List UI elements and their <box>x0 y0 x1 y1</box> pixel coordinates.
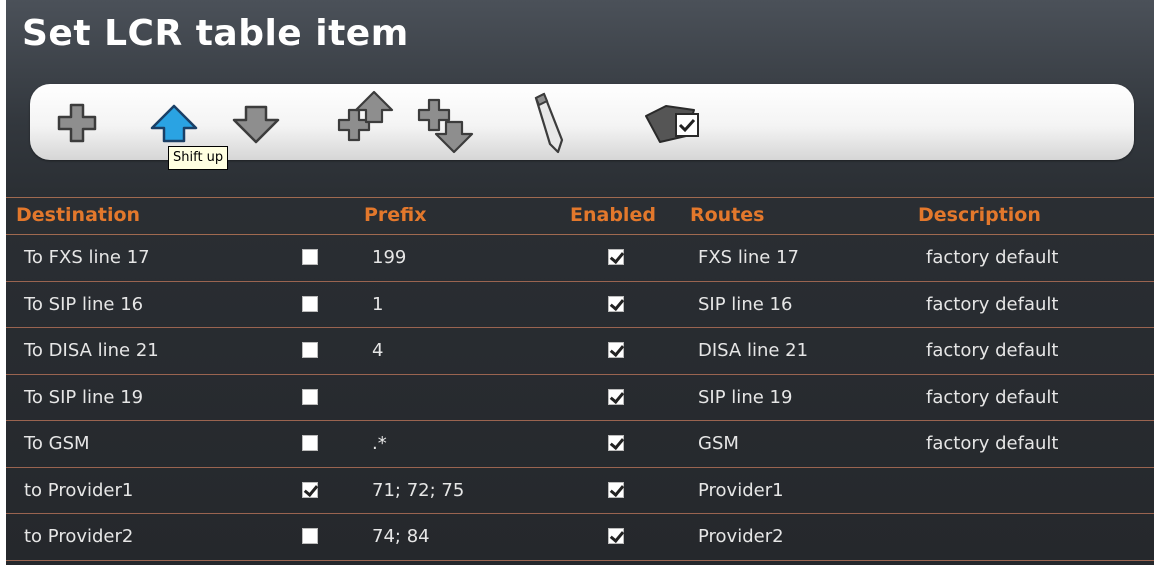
table-header: Destination Prefix Enabled Routes Descri… <box>6 197 1154 235</box>
shift-down-icon <box>232 105 280 144</box>
prefix-cell: 74; 84 <box>372 526 430 547</box>
lcr-panel: Set LCR table item Shift up Destination … <box>6 0 1154 565</box>
add-button[interactable] <box>56 102 98 144</box>
routes-cell: Provider1 <box>698 479 784 501</box>
destination-cell: To FXS line 17 <box>24 247 150 268</box>
add-icon <box>57 103 97 143</box>
row-select-checkbox[interactable] <box>302 295 318 312</box>
move-bottom-icon <box>417 98 474 154</box>
destination-cell: To DISA line 21 <box>24 340 159 361</box>
row-select-checkbox[interactable] <box>302 528 318 544</box>
table-row[interactable]: To DISA line 21 4 DISA line 21 factory defa… <box>6 328 1154 375</box>
enabled-checkbox[interactable] <box>608 435 624 451</box>
move-top-button[interactable] <box>336 90 396 146</box>
routes-cell: Provider2 <box>698 526 784 547</box>
edit-button[interactable] <box>528 90 568 154</box>
header-destination: Destination <box>16 204 141 226</box>
tooltip-shift-up: Shift up <box>168 146 229 170</box>
table-row[interactable]: To GSM .* GSM factory default <box>6 421 1154 468</box>
row-select-checkbox[interactable] <box>302 435 318 451</box>
prefix-cell: 71; 72; 75 <box>372 479 465 501</box>
routes-cell: GSM <box>698 433 739 454</box>
routes-cell: SIP line 19 <box>698 386 793 408</box>
enabled-checkbox[interactable] <box>608 481 624 498</box>
destination-cell: To SIP line 16 <box>24 293 144 315</box>
move-bottom-button[interactable] <box>416 96 476 154</box>
table-row[interactable]: To SIP line 16 1 SIP line 16 factory defaul… <box>6 282 1154 328</box>
enabled-checkbox[interactable] <box>608 388 624 405</box>
description-cell: factory default <box>926 433 1059 454</box>
routes-cell: SIP line 16 <box>698 293 793 315</box>
description-cell: factory default <box>926 340 1059 361</box>
edit-pencil-icon <box>534 92 564 154</box>
shift-up-button[interactable] <box>150 104 198 144</box>
table-row[interactable]: To FXS line 17 199 FXS line 17 factory defa… <box>6 235 1154 282</box>
enabled-checkbox[interactable] <box>608 342 624 358</box>
prefix-cell: 4 <box>372 340 384 361</box>
routes-cell: FXS line 17 <box>698 247 799 268</box>
header-prefix: Prefix <box>364 204 427 226</box>
shift-up-icon <box>150 104 198 143</box>
description-cell: factory default <box>926 386 1059 408</box>
row-select-checkbox[interactable] <box>302 249 318 265</box>
enabled-checkbox[interactable] <box>608 528 624 544</box>
move-top-icon <box>337 90 394 142</box>
header-enabled: Enabled <box>570 204 656 226</box>
lcr-table: To FXS line 17 199 FXS line 17 factory defa… <box>6 235 1154 561</box>
destination-cell: to Provider2 <box>24 526 134 547</box>
shift-down-button[interactable] <box>232 104 280 144</box>
destination-cell: To SIP line 19 <box>24 386 144 408</box>
description-cell: factory default <box>926 293 1059 315</box>
destination-cell: to Provider1 <box>24 479 134 501</box>
row-select-checkbox[interactable] <box>302 481 318 498</box>
page-title: Set LCR table item <box>22 13 409 54</box>
routes-cell: DISA line 21 <box>698 340 809 361</box>
table-row[interactable]: to Provider2 74; 84 Provider2 <box>6 514 1154 561</box>
destination-cell: To GSM <box>24 433 90 454</box>
enabled-checkbox[interactable] <box>608 295 624 312</box>
prefix-cell: .* <box>372 433 387 454</box>
table-row[interactable]: to Provider1 71; 72; 75 Provider1 <box>6 468 1154 514</box>
table-row[interactable]: To SIP line 19 SIP line 19 factory default <box>6 375 1154 421</box>
row-select-checkbox[interactable] <box>302 388 318 405</box>
header-routes: Routes <box>690 204 765 226</box>
header-description: Description <box>918 204 1041 226</box>
enabled-checkbox[interactable] <box>608 249 624 265</box>
description-cell: factory default <box>926 247 1059 268</box>
row-select-checkbox[interactable] <box>302 342 318 358</box>
prefix-cell: 199 <box>372 247 407 268</box>
apply-icon <box>645 105 699 143</box>
prefix-cell: 1 <box>372 293 384 315</box>
apply-button[interactable] <box>642 96 706 148</box>
